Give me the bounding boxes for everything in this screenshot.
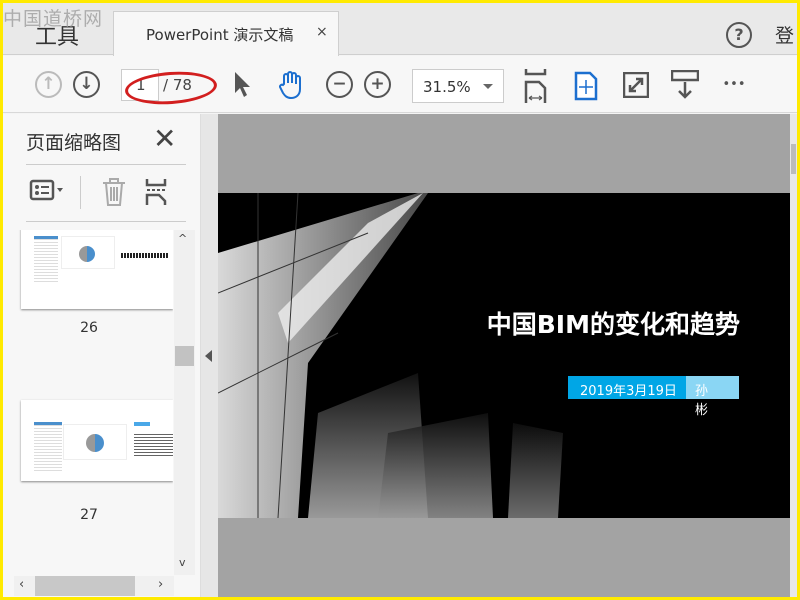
fit-page-icon[interactable] [573, 70, 599, 102]
document-scrollbar[interactable] [790, 114, 797, 597]
building-background-image [218, 193, 563, 518]
insert-page-icon[interactable] [144, 176, 168, 208]
previous-page-icon[interactable]: ↑ [35, 71, 62, 98]
thumbnail-vertical-scrollbar[interactable]: ^ v [174, 230, 195, 575]
thumbnail-table [34, 422, 62, 472]
thumbnail-chart [63, 424, 127, 460]
thumbnail-list: 26 27 [3, 230, 173, 575]
fit-width-icon[interactable] [523, 68, 549, 104]
collapse-arrow-icon [205, 350, 212, 362]
close-tab-icon[interactable]: × [316, 24, 328, 40]
chevron-down-icon [483, 84, 493, 89]
chevron-left-icon[interactable]: ‹ [19, 577, 24, 592]
thumbnail-text [121, 253, 169, 258]
full-screen-icon[interactable] [623, 71, 649, 99]
zoom-out-icon[interactable]: − [326, 71, 353, 98]
slide-page: 中国BIM的变化和趋势 2019年3月19日 孙 彬 [218, 193, 790, 518]
scrollbar-thumb[interactable] [791, 144, 796, 174]
tab-bar: 工具 PowerPoint 演示文稿 × ? 登 [3, 3, 797, 56]
read-mode-icon[interactable] [671, 70, 699, 100]
watermark-logo: 中国道桥网 [3, 8, 104, 30]
slide-title: 中国BIM的变化和趋势 [486, 310, 740, 339]
thumbnail-page-27[interactable] [21, 400, 173, 481]
page-thumbnails-panel: 页面缩略图 ✕ 26 27 ^ v ‹ › [3, 114, 201, 597]
thumbnail-page-number: 27 [80, 507, 98, 523]
divider [26, 221, 186, 222]
slide-date: 2019年3月19日 [568, 376, 686, 399]
select-cursor-icon[interactable] [231, 70, 255, 100]
hand-tool-icon[interactable] [277, 69, 307, 101]
app-window: 工具 PowerPoint 演示文稿 × ? 登 中国道桥网 ↑ ↓ 1 / 7… [3, 3, 797, 597]
panel-title: 页面缩略图 [26, 132, 122, 154]
divider [80, 176, 81, 209]
delete-page-icon[interactable] [100, 176, 128, 208]
zoom-level-select[interactable]: 31.5% [412, 69, 504, 103]
thumbnail-chart [61, 236, 115, 269]
close-panel-icon[interactable]: ✕ [153, 122, 176, 155]
chevron-up-icon[interactable]: ^ [178, 232, 187, 245]
thumbnail-horizontal-scrollbar[interactable]: ‹ › [14, 576, 174, 596]
document-view: 中国BIM的变化和趋势 2019年3月19日 孙 彬 [218, 114, 790, 597]
help-icon[interactable]: ? [726, 22, 752, 48]
thumbnail-heading [134, 422, 150, 426]
login-button[interactable]: 登 [775, 21, 794, 48]
zoom-level-value: 31.5% [423, 78, 471, 96]
chevron-right-icon[interactable]: › [158, 577, 163, 592]
divider [26, 164, 186, 165]
slide-author: 孙 彬 [686, 376, 739, 418]
chevron-down-icon[interactable]: v [179, 556, 186, 569]
zoom-in-icon[interactable]: + [364, 71, 391, 98]
thumbnail-table [34, 236, 58, 282]
thumbnail-text [134, 434, 173, 456]
toolbar: ↑ ↓ 1 / 78 − + 31.5% ••• [3, 56, 797, 113]
thumbnail-page-26[interactable] [21, 230, 173, 309]
scrollbar-thumb[interactable] [175, 346, 194, 366]
collapse-panel-handle[interactable] [201, 114, 218, 597]
more-options-icon[interactable]: ••• [719, 74, 749, 94]
thumbnail-options-icon[interactable] [29, 176, 69, 206]
tab-document-label: PowerPoint 演示文稿 [146, 26, 294, 44]
next-page-icon[interactable]: ↓ [73, 71, 100, 98]
tab-document[interactable]: PowerPoint 演示文稿 × [113, 11, 339, 56]
thumbnail-page-number: 26 [80, 320, 98, 336]
scrollbar-thumb[interactable] [35, 576, 135, 596]
